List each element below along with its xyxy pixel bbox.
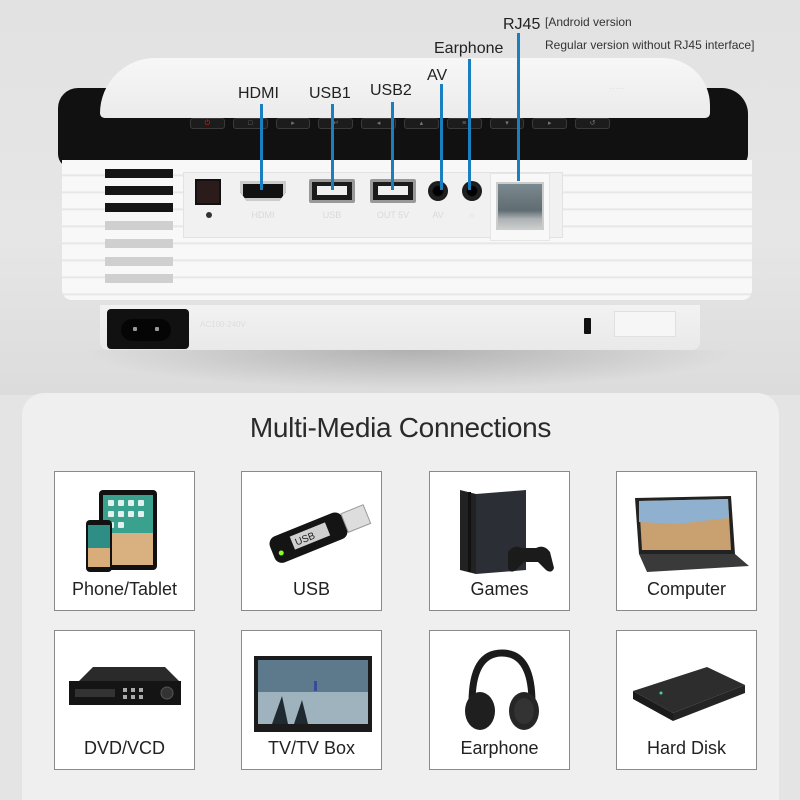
av-callout-line bbox=[440, 84, 443, 190]
card-label: Phone/Tablet bbox=[71, 579, 178, 599]
vent-slot bbox=[105, 203, 173, 212]
hdmi-caption: HDMI bbox=[251, 210, 275, 220]
brand-emboss: ····· bbox=[610, 86, 625, 92]
usb1-callout-line bbox=[331, 104, 334, 190]
voltage-label: AC100-240V bbox=[200, 320, 246, 329]
hdmi-callout-line bbox=[260, 104, 263, 190]
dvd-player-icon bbox=[55, 637, 194, 737]
hdmi-port bbox=[240, 181, 286, 201]
card-tv-box: TV/TV Box bbox=[241, 630, 382, 770]
usb1-caption: USB bbox=[322, 210, 342, 220]
hdmi-callout-label: HDMI bbox=[238, 85, 279, 102]
play-button[interactable]: ▸ bbox=[275, 118, 311, 129]
usb1-callout-label: USB1 bbox=[309, 85, 351, 102]
headphones-icon bbox=[430, 637, 569, 737]
rj45-callout-line bbox=[517, 33, 520, 181]
tv-icon bbox=[242, 637, 381, 737]
earphone-caption: ∩ bbox=[468, 210, 476, 220]
panel-title: Multi-Media Connections bbox=[249, 412, 552, 443]
av-callout-label: AV bbox=[427, 67, 448, 84]
card-computer: Computer bbox=[616, 471, 757, 611]
kensington-lock-slot bbox=[584, 318, 591, 334]
dc-jack bbox=[195, 179, 221, 205]
laptop-icon bbox=[617, 478, 756, 578]
card-label: Games bbox=[470, 579, 529, 599]
usb-stick-icon: USB bbox=[242, 478, 381, 578]
card-hard-disk: Hard Disk bbox=[616, 630, 757, 770]
vent-slot bbox=[105, 186, 173, 195]
vent-slot bbox=[105, 169, 173, 178]
usb2-callout-label: USB2 bbox=[370, 82, 412, 99]
av-jack bbox=[428, 181, 448, 201]
earphone-callout-label: Earphone bbox=[434, 40, 504, 57]
card-label: Computer bbox=[646, 579, 727, 599]
card-label: Earphone bbox=[460, 738, 539, 758]
rj45-callout-label: RJ45 bbox=[503, 16, 541, 33]
power-button[interactable]: ⏻ bbox=[190, 118, 225, 129]
status-led bbox=[206, 212, 212, 218]
usb2-callout-line bbox=[391, 102, 394, 190]
card-label: TV/TV Box bbox=[267, 738, 356, 758]
card-label: Hard Disk bbox=[646, 738, 726, 758]
card-label: DVD/VCD bbox=[83, 738, 165, 758]
vent-slot bbox=[105, 239, 173, 248]
card-dvd-vcd: DVD/VCD bbox=[54, 630, 195, 770]
ok-button[interactable]: ≡ bbox=[446, 118, 482, 129]
earphone-callout-line bbox=[468, 59, 471, 190]
card-earphone: Earphone bbox=[429, 630, 570, 770]
usb2-caption: OUT 5V bbox=[376, 210, 410, 220]
power-inlet bbox=[107, 309, 189, 349]
up-button[interactable]: ▴ bbox=[403, 118, 439, 129]
projector-shadow bbox=[80, 350, 740, 390]
card-phone-tablet: Phone/Tablet bbox=[54, 471, 195, 611]
phone-tablet-icon bbox=[55, 478, 194, 578]
vent-slot bbox=[105, 257, 173, 266]
hard-disk-icon bbox=[617, 637, 756, 737]
foot-tab bbox=[614, 311, 676, 337]
vent-slot bbox=[105, 274, 173, 283]
game-console-icon bbox=[430, 478, 569, 578]
card-label: USB bbox=[292, 579, 330, 599]
card-games: Games bbox=[429, 471, 570, 611]
earphone-jack bbox=[462, 181, 482, 201]
power-socket-icon bbox=[121, 319, 171, 341]
control-button-row: ⏻ □ ▸ ↵ ◂ ▴ ≡ ▾ ▸ ↺ bbox=[190, 118, 610, 132]
rj45-note-line2: Regular version without RJ45 interface] bbox=[545, 38, 755, 52]
card-usb: USB USB bbox=[241, 471, 382, 611]
rj45-port bbox=[496, 182, 544, 230]
back-button[interactable]: ↺ bbox=[575, 118, 610, 129]
right-button[interactable]: ▸ bbox=[532, 118, 568, 129]
vent-slot bbox=[105, 221, 173, 230]
return-button[interactable]: ↵ bbox=[318, 118, 354, 129]
projector-base bbox=[100, 305, 700, 350]
rj45-note-line1: [Android version bbox=[545, 15, 632, 29]
